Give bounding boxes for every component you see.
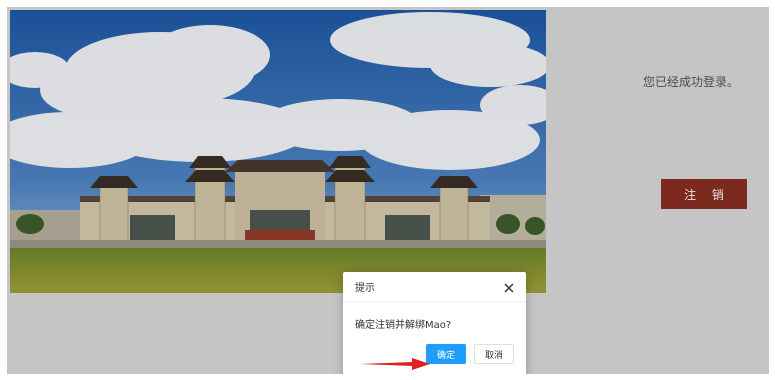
close-icon[interactable] xyxy=(502,280,516,294)
dialog-header: 提示 xyxy=(343,272,526,302)
dialog-title: 提示 xyxy=(355,283,375,294)
dialog-message: 确定注销并解绑Mao? xyxy=(355,320,452,331)
cancel-button[interactable]: 取消 xyxy=(474,344,514,364)
page-viewport: 您已经成功登录。 注 销 提示 确定注销并解绑Mao? 确定 取消 xyxy=(7,7,769,374)
confirm-button[interactable]: 确定 xyxy=(426,344,466,364)
red-arrow-icon xyxy=(360,358,430,370)
